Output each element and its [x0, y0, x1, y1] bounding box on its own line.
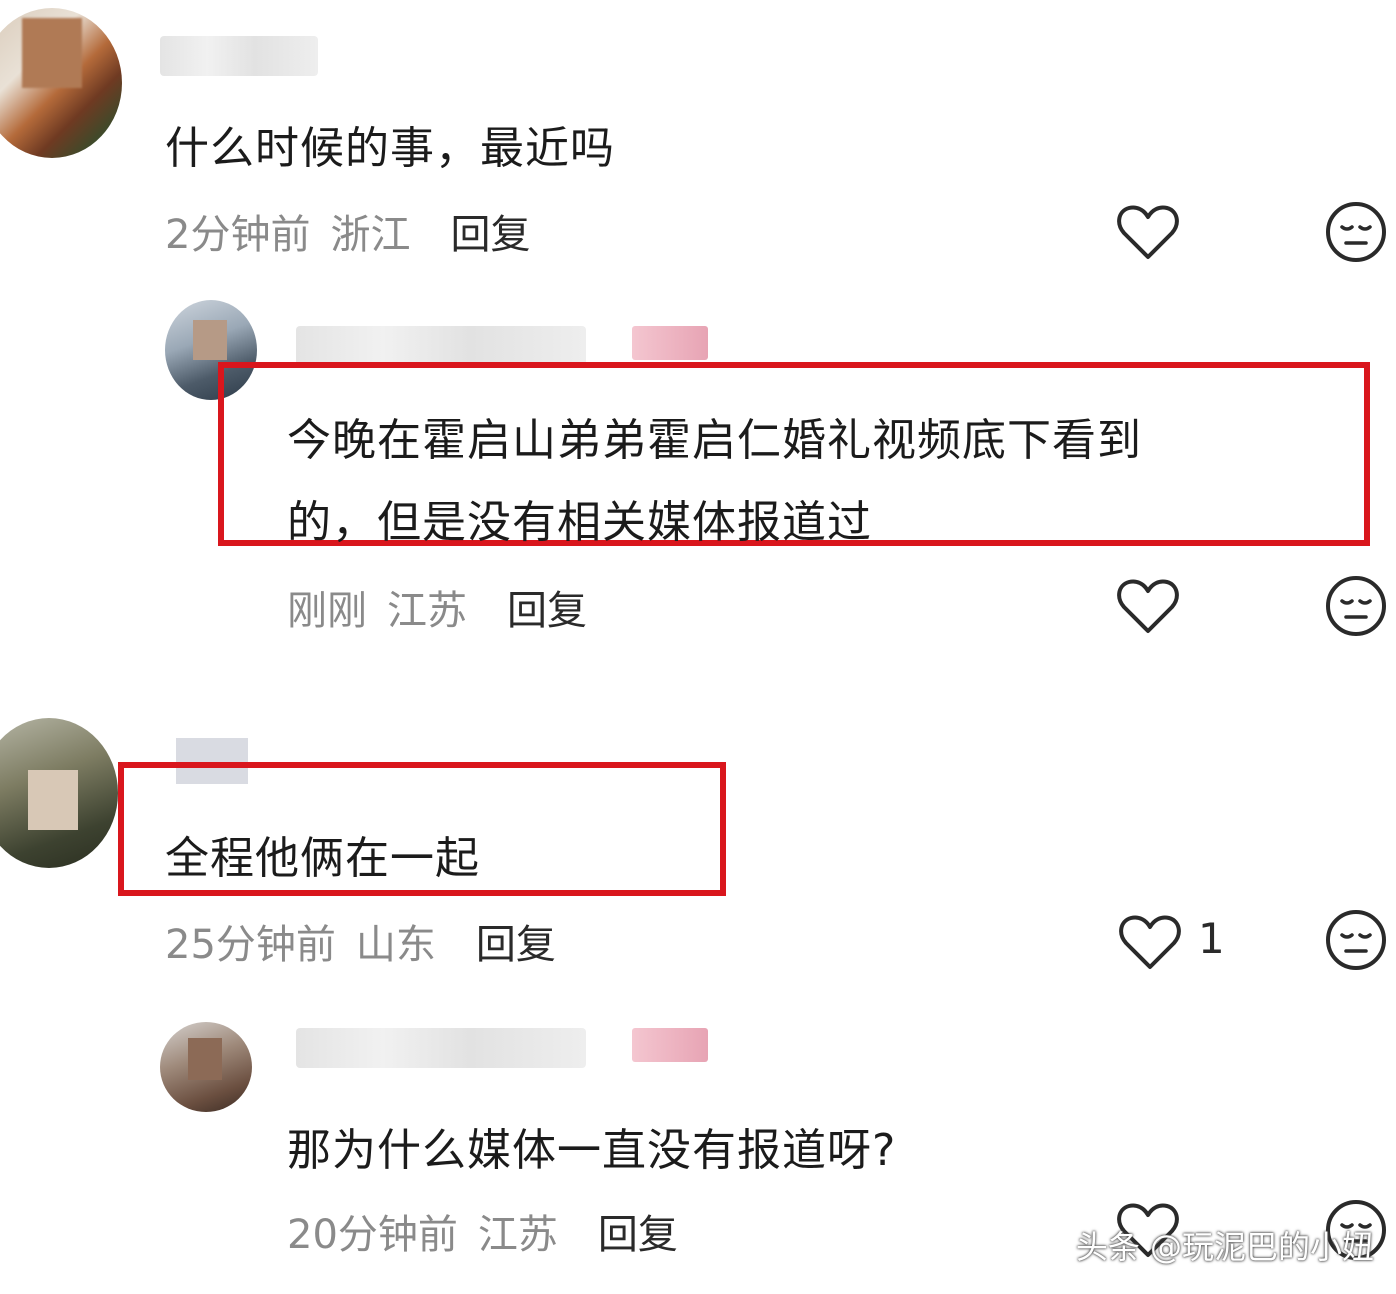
reply-button[interactable]: 回复 — [507, 588, 587, 634]
avatar[interactable] — [0, 718, 118, 868]
comment-text: 全程他俩在一起 — [165, 833, 480, 884]
comment-meta: 20分钟前 江苏 回复 — [287, 1202, 678, 1260]
comment-time: 20分钟前 — [287, 1212, 458, 1258]
comment-meta: 2分钟前 浙江 回复 — [165, 202, 530, 260]
comment-meta: 25分钟前 山东 回复 — [165, 912, 556, 970]
reply-button[interactable]: 回复 — [598, 1212, 678, 1258]
heart-icon[interactable] — [1116, 576, 1180, 636]
watermark: 头条 @玩泥巴的小妞 — [1075, 1228, 1374, 1266]
user-badge — [632, 326, 708, 360]
username-blurred[interactable] — [296, 1028, 586, 1068]
reply-button[interactable]: 回复 — [476, 922, 556, 968]
comment-location: 浙江 — [330, 212, 411, 258]
comment-time: 2分钟前 — [165, 212, 311, 258]
comment-location: 江苏 — [477, 1212, 558, 1258]
username-blurred[interactable] — [160, 36, 318, 76]
comment-location: 江苏 — [387, 588, 467, 634]
comment-text-line1: 今晚在霍启山弟弟霍启仁婚礼视频底下看到 — [287, 415, 1142, 466]
heart-icon[interactable] — [1116, 202, 1180, 262]
comment-location: 山东 — [355, 922, 436, 968]
avatar[interactable] — [0, 8, 122, 158]
reply-button[interactable]: 回复 — [450, 212, 530, 258]
avatar[interactable] — [160, 1022, 252, 1112]
username-blurred[interactable] — [296, 326, 586, 366]
comment-time: 25分钟前 — [165, 922, 336, 968]
like-count: 1 — [1198, 914, 1225, 963]
neutral-face-icon[interactable] — [1324, 574, 1388, 638]
comment-text: 那为什么媒体一直没有报道呀? — [287, 1125, 897, 1176]
comment-text: 什么时候的事，最近吗 — [165, 123, 615, 174]
comment-time: 刚刚 — [287, 588, 367, 634]
comment-text-line2: 的，但是没有相关媒体报道过 — [287, 497, 872, 548]
heart-icon[interactable] — [1118, 912, 1182, 972]
comment-meta: 刚刚 江苏 回复 — [287, 578, 587, 636]
neutral-face-icon[interactable] — [1324, 200, 1388, 264]
neutral-face-icon[interactable] — [1324, 908, 1388, 972]
comment-thread: 什么时候的事，最近吗 2分钟前 浙江 回复 今晚在霍启山弟弟霍启仁婚礼视频底下看到 … — [0, 0, 1396, 1294]
user-badge — [632, 1028, 708, 1062]
